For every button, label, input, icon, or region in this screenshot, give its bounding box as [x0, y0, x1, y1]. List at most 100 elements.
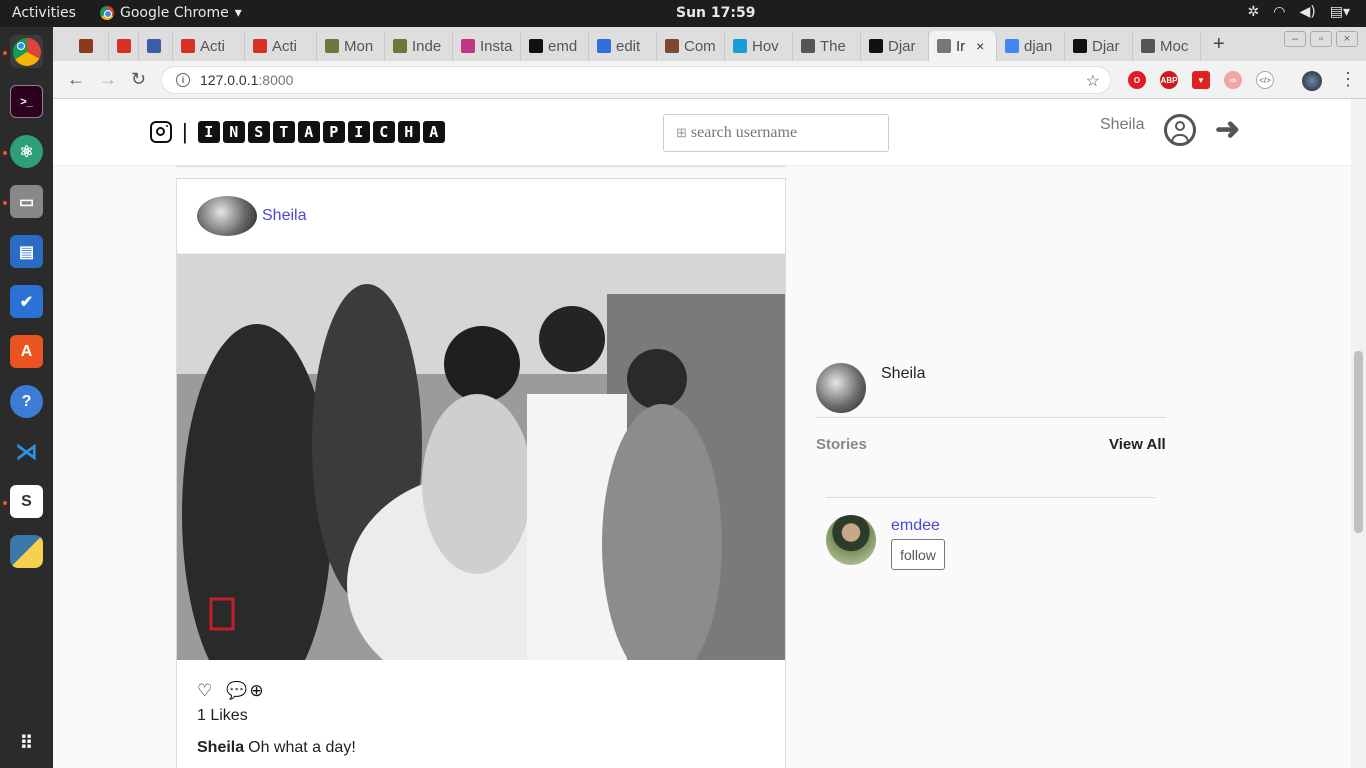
clock[interactable]: Sun 17:59 — [676, 5, 755, 21]
maximize-button[interactable]: ▫ — [1310, 31, 1332, 47]
browser-tab[interactable]: Moc — [1133, 31, 1201, 61]
search-input[interactable]: ⊞ search username — [663, 114, 889, 152]
wifi-icon[interactable]: ◠ — [1273, 4, 1285, 20]
close-icon[interactable]: × — [976, 38, 984, 54]
logout-icon[interactable]: ➜ — [1215, 112, 1240, 147]
browser-tab[interactable]: Acti — [173, 31, 245, 61]
tasks-icon[interactable]: ✔ — [10, 285, 43, 318]
browser-tab[interactable]: Inde — [385, 31, 453, 61]
browser-tab[interactable]: Mon — [317, 31, 385, 61]
user-circle-icon[interactable] — [1164, 114, 1196, 146]
browser-tab[interactable]: Acti — [245, 31, 317, 61]
tab-label: Djar — [1092, 37, 1120, 55]
code-extension-icon[interactable]: </> — [1256, 71, 1274, 89]
browser-tab[interactable] — [109, 31, 139, 61]
brand-letter: A — [422, 121, 445, 143]
window-controls: – ▫ × — [1284, 31, 1358, 47]
terminal-icon[interactable]: >_ — [10, 85, 43, 118]
adblock-extension-icon[interactable]: ABP — [1160, 71, 1178, 89]
page-scrollbar[interactable] — [1351, 99, 1366, 768]
book-icon — [79, 39, 93, 53]
back-button[interactable]: ← — [67, 69, 85, 90]
suggestion-username[interactable]: emdee — [891, 517, 940, 535]
browser-tab[interactable]: djan — [997, 31, 1065, 61]
shield-extension-icon[interactable]: ▼ — [1192, 71, 1210, 89]
slack-icon[interactable]: S — [10, 485, 43, 518]
browser-tab[interactable]: Insta — [453, 31, 521, 61]
new-tab-button[interactable]: + — [1213, 33, 1225, 56]
accessibility-icon[interactable]: ✲ — [1248, 4, 1260, 20]
browser-tab[interactable]: The — [793, 31, 861, 61]
heart-icon[interactable]: ♡ — [197, 681, 212, 701]
app-menu[interactable]: Google Chrome ▾ — [100, 5, 242, 21]
python-icon[interactable] — [10, 535, 43, 568]
power-icon[interactable]: ▤▾ — [1330, 4, 1350, 20]
upload-icon[interactable]: ⊕ — [249, 681, 263, 701]
address-bar[interactable]: i 127.0.0.1:8000 ☆ — [161, 66, 1111, 94]
photo-icon — [665, 39, 679, 53]
browser-tab[interactable]: Com — [657, 31, 725, 61]
brand-logo[interactable]: | INSTAPICHA — [150, 119, 445, 145]
browser-tab[interactable]: edit — [589, 31, 657, 61]
gmail-icon — [117, 39, 131, 53]
browser-tab[interactable]: emd — [521, 31, 589, 61]
close-window-button[interactable]: × — [1336, 31, 1358, 47]
writer-icon[interactable]: ▤ — [10, 235, 43, 268]
sidebar-avatar[interactable] — [816, 363, 866, 413]
suggestion-avatar[interactable] — [826, 515, 876, 565]
info-icon[interactable]: i — [176, 73, 190, 87]
atom-icon[interactable]: ⚛ — [10, 135, 43, 168]
suggestion-divider — [826, 497, 1156, 498]
tab-label: Hov — [752, 37, 779, 55]
comment-icon[interactable]: 💬 — [226, 681, 247, 701]
browser-tab[interactable]: Hov — [725, 31, 793, 61]
page-icon — [937, 39, 951, 53]
browser-tab[interactable] — [71, 31, 109, 61]
brand-separator: | — [182, 119, 188, 144]
sidebar-divider — [816, 417, 1166, 418]
post-username[interactable]: Sheila — [262, 207, 306, 225]
post-caption: Sheila Oh what a day! — [197, 739, 356, 757]
tab-strip: Acti Acti Mon Inde Insta emd edit Com Hov The Djar… — [53, 27, 1366, 61]
reload-button[interactable]: ↻ — [131, 69, 146, 90]
search-placeholder: search username — [690, 124, 798, 141]
post-avatar[interactable] — [197, 196, 257, 236]
post-photo[interactable] — [177, 254, 785, 660]
browser-tab[interactable] — [139, 31, 173, 61]
tab-label: Acti — [272, 37, 298, 55]
sidebar-username[interactable]: Sheila — [881, 365, 925, 383]
volume-icon[interactable]: ◀) — [1300, 4, 1316, 20]
forward-button[interactable]: → — [99, 69, 117, 90]
web-page: | INSTAPICHA ⊞ search username Sheila ➜ … — [53, 99, 1351, 768]
menu-kebab-icon[interactable]: ⋮ — [1339, 69, 1357, 90]
show-apps-icon[interactable]: ⠿ — [10, 727, 43, 760]
minimize-button[interactable]: – — [1284, 31, 1306, 47]
post-actions: ♡ 💬 ⊕ — [197, 681, 264, 701]
help-icon[interactable]: ? — [10, 385, 43, 418]
url-port: :8000 — [258, 72, 294, 88]
nav-username[interactable]: Sheila — [1100, 116, 1144, 134]
scrollbar-thumb[interactable] — [1354, 351, 1363, 533]
vscode-icon[interactable]: ⋊ — [10, 435, 43, 468]
browser-tab[interactable]: Djar — [1065, 31, 1133, 61]
follow-button[interactable]: follow — [891, 539, 945, 570]
files-icon[interactable]: ▭ — [10, 185, 43, 218]
system-tray[interactable]: ✲ ◠ ◀) ▤▾ — [1248, 4, 1350, 20]
chevron-down-icon: ▾ — [234, 5, 242, 21]
stories-heading: Stories — [816, 436, 867, 453]
browser-tab[interactable]: Ir × — [929, 31, 997, 61]
opera-extension-icon[interactable]: O — [1128, 71, 1146, 89]
likes-count: 1 Likes — [197, 707, 248, 724]
activities-button[interactable]: Activities — [12, 5, 76, 21]
view-all-link[interactable]: View All — [1109, 436, 1166, 453]
caption-username[interactable]: Sheila — [197, 739, 244, 756]
browser-tab[interactable]: Djar — [861, 31, 929, 61]
software-center-icon[interactable]: A — [10, 335, 43, 368]
running-indicator — [3, 151, 7, 155]
chrome-launcher-icon[interactable] — [10, 35, 43, 68]
share-extension-icon[interactable]: ⇨ — [1224, 71, 1242, 89]
google-icon — [1005, 39, 1019, 53]
tab-label: Acti — [200, 37, 226, 55]
profile-avatar[interactable] — [1302, 71, 1322, 91]
bookmark-star-icon[interactable]: ☆ — [1086, 71, 1100, 91]
